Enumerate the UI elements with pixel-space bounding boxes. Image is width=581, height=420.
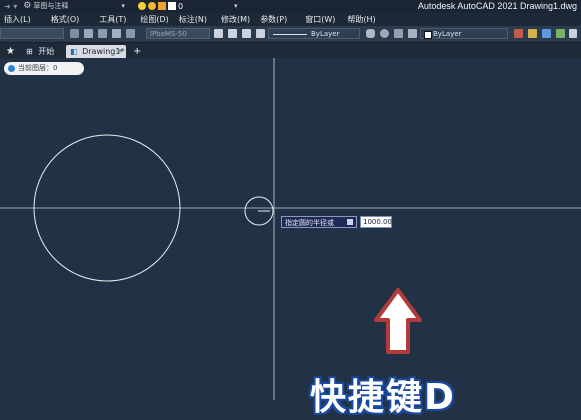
layer-properties-icon[interactable] (70, 29, 79, 38)
layer-lock-icon[interactable] (158, 2, 166, 10)
current-layer-badge[interactable]: 当前图层：0 (4, 62, 84, 75)
tab-drawing1[interactable]: ◧ Drawing1* × (66, 45, 126, 58)
tab-start-label: 开始 (38, 47, 55, 56)
dropdown-key-icon[interactable] (347, 219, 353, 225)
menu-help[interactable]: 帮助(H) (343, 14, 381, 25)
quick-access-toolbar: ➜ ▾ ⚙ 草图与注释 ▾ (4, 1, 125, 11)
menu-window[interactable]: 窗口(W) (301, 14, 341, 25)
windows-logo-icon: ⊞ (26, 47, 33, 56)
layer-color-swatch[interactable] (168, 2, 176, 10)
layer-dropdown-arrow-icon[interactable]: ▾ (234, 2, 238, 10)
shortcut-overlay-text: 快捷键D (310, 377, 456, 418)
radius-value-input[interactable]: 1000.00 (360, 216, 392, 228)
layer-quick-value[interactable]: 0 (178, 2, 234, 11)
match-layer-icon[interactable] (98, 29, 107, 38)
layer-quick-controls: 0 ▾ (138, 1, 238, 11)
dynamic-input-prompt: 指定圆的半径或 (281, 216, 357, 228)
redo-icon[interactable]: ➜ ▾ (4, 2, 17, 11)
pen-tool-3-icon[interactable] (242, 29, 251, 38)
layer-isolate-icon[interactable] (126, 29, 135, 38)
workspace-selector[interactable]: 草图与注释 (33, 1, 121, 11)
menu-tools[interactable]: 工具(T) (95, 14, 132, 25)
menu-bar: 插入(L) 格式(O) 工具(T) 绘图(D) 标注(N) 修改(M) 参数(P… (0, 13, 581, 26)
pen-tool-icon[interactable] (214, 29, 223, 38)
color-dropdown[interactable]: ByLayer (420, 28, 508, 39)
app-title: Autodesk AutoCAD 2021 Drawing1.dwg (417, 1, 577, 11)
layer-tool-c-icon[interactable] (542, 29, 551, 38)
tab-close-icon[interactable]: × (117, 45, 123, 58)
drawing-canvas[interactable]: 当前图层：0 指定圆的半径或 1000.00 快捷键D (0, 58, 581, 418)
color-swatch (424, 31, 432, 39)
linetype-dropdown[interactable]: ByLayer (268, 28, 360, 39)
layer-tool-b-icon[interactable] (528, 29, 537, 38)
layer-tool-d-icon[interactable] (556, 29, 565, 38)
menu-parametric[interactable]: 参数(P) (256, 14, 293, 25)
file-tab-bar: ★ ⊞ 开始 ◧ Drawing1* × + (0, 43, 581, 58)
toolbar-left-dropdown[interactable] (0, 28, 64, 39)
linetype-label: ByLayer (311, 30, 340, 38)
canvas-graphics (0, 58, 581, 400)
menu-modify[interactable]: 修改(M) (217, 14, 256, 25)
layer-tool-e-icon[interactable] (569, 29, 577, 38)
color-label: ByLayer (433, 30, 462, 38)
properties-toolbar: lPboMS-50 ByLayer ByLayer (0, 26, 581, 43)
dynamic-input-prompt-text: 指定圆的半径或 (285, 219, 334, 227)
drawing-file-icon: ◧ (70, 47, 78, 56)
pen-tool-2-icon[interactable] (228, 29, 237, 38)
pan-hand-icon[interactable] (366, 29, 375, 38)
menu-draw[interactable]: 绘图(D) (136, 14, 174, 25)
tab-start[interactable]: ⊞ 开始 (26, 45, 54, 58)
zoom-previous-icon[interactable] (408, 29, 417, 38)
zoom-window-icon[interactable] (394, 29, 403, 38)
menu-dimension[interactable]: 标注(N) (175, 14, 213, 25)
menu-insert[interactable]: 插入(L) (0, 14, 37, 25)
zoom-realtime-icon[interactable] (380, 29, 389, 38)
layer-freeze-sun-icon[interactable] (148, 2, 156, 10)
menu-format[interactable]: 格式(O) (47, 14, 86, 25)
menu-star-icon[interactable]: ★ (6, 45, 15, 58)
dropdown-arrow-icon[interactable]: ▾ (121, 2, 125, 10)
layer-tool-a-icon[interactable] (514, 29, 523, 38)
layer-on-bulb-icon[interactable] (138, 2, 146, 10)
linetype-sample-line (273, 34, 307, 35)
new-tab-plus-icon[interactable]: + (133, 45, 141, 58)
layer-state-icon[interactable] (84, 29, 93, 38)
workspace-gear-icon[interactable]: ⚙ (23, 1, 31, 11)
current-layer-label: 当前图层：0 (18, 64, 58, 72)
up-arrow-icon (374, 288, 422, 354)
title-bar: ➜ ▾ ⚙ 草图与注释 ▾ 0 ▾ Autodesk AutoCAD 2021 … (0, 0, 581, 13)
layer-badge-icon (8, 65, 15, 72)
pen-tool-4-icon[interactable] (256, 29, 265, 38)
plotstyle-dropdown[interactable]: lPboMS-50 (146, 28, 210, 39)
layer-previous-icon[interactable] (112, 29, 121, 38)
